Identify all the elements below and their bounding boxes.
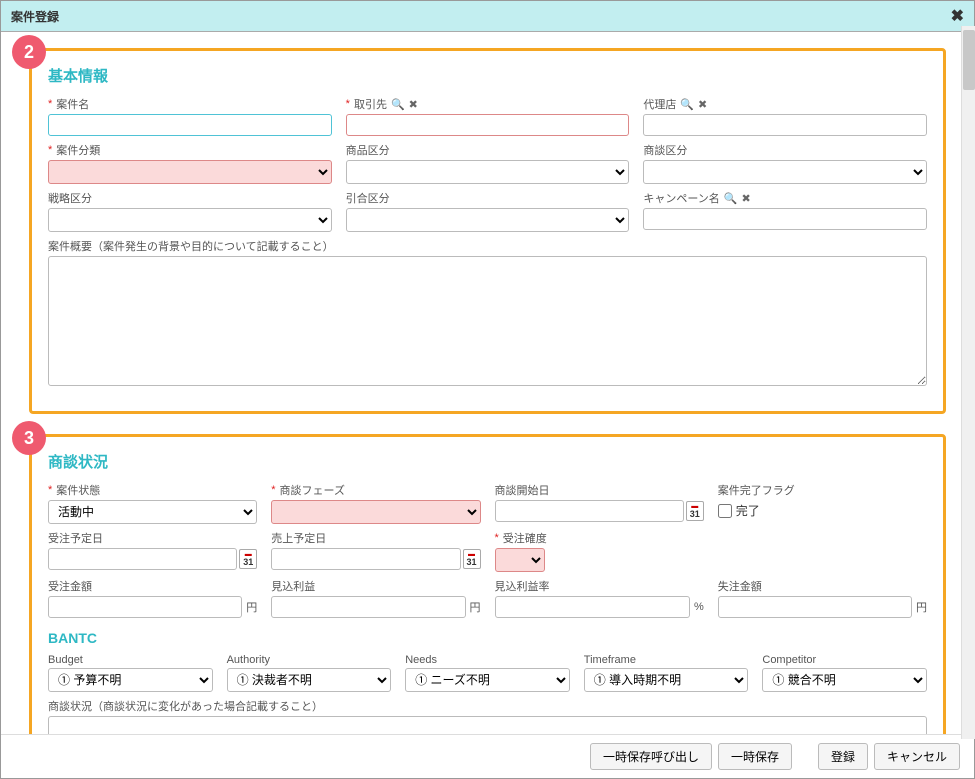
section-negotiation: 3 商談状況 *案件状態 活動中 *商談フェーズ 商談開始日 ▬31 <box>29 434 946 734</box>
label-order-amount: 受注金額 <box>48 578 257 594</box>
label-profit: 見込利益 <box>271 578 480 594</box>
calendar-icon[interactable]: ▬31 <box>239 549 257 569</box>
label-category: *案件分類 <box>48 142 332 158</box>
label-project-name: *案件名 <box>48 96 332 112</box>
label-strategy-div: 戦略区分 <box>48 190 332 206</box>
checkbox-complete[interactable] <box>718 504 732 518</box>
label-inquiry-div: 引合区分 <box>346 190 630 206</box>
clear-icon[interactable]: ✖ <box>698 98 707 111</box>
step-badge-3: 3 <box>12 421 46 455</box>
label-campaign: キャンペーン名 🔍 ✖ <box>643 190 927 206</box>
save-temp-button[interactable]: 一時保存 <box>718 743 792 770</box>
search-icon[interactable]: 🔍 <box>724 192 738 205</box>
label-needs: Needs <box>405 654 570 666</box>
scrollbar[interactable] <box>961 26 975 739</box>
select-inquiry-div[interactable] <box>346 208 630 232</box>
select-category[interactable] <box>48 160 332 184</box>
label-budget: Budget <box>48 654 213 666</box>
label-sales-date: 売上予定日 <box>271 530 480 546</box>
select-status[interactable]: 活動中 <box>48 500 257 524</box>
label-timeframe: Timeframe <box>584 654 749 666</box>
select-timeframe[interactable]: ① 導入時期不明 <box>584 668 749 692</box>
input-project-name[interactable] <box>48 114 332 136</box>
input-start-date[interactable] <box>495 500 684 522</box>
select-competitor[interactable]: ① 競合不明 <box>762 668 927 692</box>
label-nego-div: 商談区分 <box>643 142 927 158</box>
close-icon[interactable]: ✖ <box>951 6 964 26</box>
label-competitor: Competitor <box>762 654 927 666</box>
label-status: *案件状態 <box>48 482 257 498</box>
label-client: *取引先 🔍 ✖ <box>346 96 630 112</box>
select-budget[interactable]: ① 予算不明 <box>48 668 213 692</box>
modal-body: 2 基本情報 *案件名 *取引先 🔍 ✖ 代理店 🔍 ✖ *案件分 <box>1 32 974 734</box>
calendar-icon[interactable]: ▬31 <box>686 501 704 521</box>
label-order-date: 受注予定日 <box>48 530 257 546</box>
search-icon[interactable]: 🔍 <box>680 98 694 111</box>
step-badge-2: 2 <box>12 35 46 69</box>
label-product-div: 商品区分 <box>346 142 630 158</box>
select-authority[interactable]: ① 決裁者不明 <box>227 668 392 692</box>
label-complete-flag: 案件完了フラグ <box>718 482 927 498</box>
label-situation: 商談状況（商談状況に変化があった場合記載すること） <box>48 698 927 714</box>
input-agency[interactable] <box>643 114 927 136</box>
scrollbar-thumb[interactable] <box>963 30 975 90</box>
section-title-nego: 商談状況 <box>48 451 927 472</box>
input-client[interactable] <box>346 114 630 136</box>
recall-temp-button[interactable]: 一時保存呼び出し <box>590 743 712 770</box>
cancel-button[interactable]: キャンセル <box>874 743 960 770</box>
label-phase: *商談フェーズ <box>271 482 480 498</box>
label-lost-amount: 失注金額 <box>718 578 927 594</box>
label-start-date: 商談開始日 <box>495 482 704 498</box>
calendar-icon[interactable]: ▬31 <box>463 549 481 569</box>
input-profit[interactable] <box>271 596 465 618</box>
input-order-amount[interactable] <box>48 596 242 618</box>
select-needs[interactable]: ① ニーズ不明 <box>405 668 570 692</box>
select-strategy-div[interactable] <box>48 208 332 232</box>
input-lost-amount[interactable] <box>718 596 912 618</box>
section-title-bantc: BANTC <box>48 630 927 646</box>
input-sales-date[interactable] <box>271 548 460 570</box>
modal-footer: 一時保存呼び出し 一時保存 登録 キャンセル <box>1 734 974 778</box>
search-icon[interactable]: 🔍 <box>391 98 405 111</box>
textarea-overview[interactable] <box>48 256 927 386</box>
clear-icon[interactable]: ✖ <box>742 192 751 205</box>
input-order-date[interactable] <box>48 548 237 570</box>
clear-icon[interactable]: ✖ <box>409 98 418 111</box>
label-order-prob: *受注確度 <box>495 530 704 546</box>
label-overview: 案件概要（案件発生の背景や目的について記載すること） <box>48 238 927 254</box>
register-button[interactable]: 登録 <box>818 743 868 770</box>
textarea-situation[interactable] <box>48 716 927 734</box>
label-profit-rate: 見込利益率 <box>495 578 704 594</box>
checkbox-complete-label: 完了 <box>736 502 760 519</box>
select-product-div[interactable] <box>346 160 630 184</box>
label-agency: 代理店 🔍 ✖ <box>643 96 927 112</box>
section-title-basic: 基本情報 <box>48 65 927 86</box>
modal-title: 案件登録 <box>11 8 59 25</box>
select-nego-div[interactable] <box>643 160 927 184</box>
select-phase[interactable] <box>271 500 480 524</box>
modal-header: 案件登録 ✖ <box>1 1 974 32</box>
label-authority: Authority <box>227 654 392 666</box>
section-basic-info: 2 基本情報 *案件名 *取引先 🔍 ✖ 代理店 🔍 ✖ *案件分 <box>29 48 946 414</box>
input-profit-rate <box>495 596 690 618</box>
select-order-prob[interactable] <box>495 548 545 572</box>
input-campaign[interactable] <box>643 208 927 230</box>
